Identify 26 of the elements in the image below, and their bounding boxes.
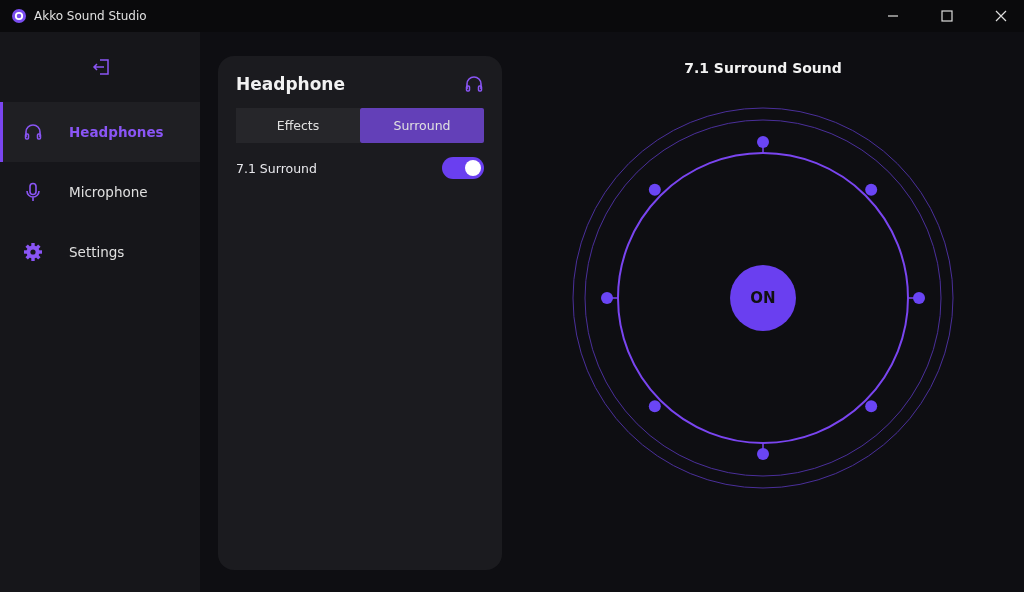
speaker-dot[interactable] bbox=[865, 400, 878, 413]
speaker-dot[interactable] bbox=[648, 183, 661, 196]
surround-title: 7.1 Surround Sound bbox=[684, 60, 842, 76]
nav-item[interactable]: Headphones bbox=[0, 102, 200, 162]
speaker-dot[interactable] bbox=[601, 292, 619, 304]
toggle-label: 7.1 Surround bbox=[236, 160, 317, 176]
nav-item[interactable]: Settings bbox=[0, 222, 200, 282]
nav-item[interactable]: Microphone bbox=[0, 162, 200, 222]
close-icon[interactable] bbox=[995, 10, 1007, 22]
speaker-dot[interactable] bbox=[648, 400, 661, 413]
speaker-dot[interactable] bbox=[757, 136, 769, 154]
maximize-icon[interactable] bbox=[941, 10, 953, 22]
window-title: Akko Sound Studio bbox=[34, 9, 147, 23]
headphones-icon bbox=[23, 122, 43, 142]
headphones-icon bbox=[464, 74, 484, 94]
microphone-icon bbox=[23, 182, 43, 202]
gear-icon bbox=[23, 242, 43, 262]
speaker-dot[interactable] bbox=[907, 292, 925, 304]
toggle-switch[interactable] bbox=[442, 157, 484, 179]
tab[interactable]: Surround bbox=[360, 108, 484, 143]
app-logo-icon bbox=[12, 9, 26, 23]
exit-icon[interactable] bbox=[92, 58, 110, 76]
tab[interactable]: Effects bbox=[236, 108, 360, 143]
card-title: Headphone bbox=[236, 74, 345, 94]
speaker-dot[interactable] bbox=[757, 442, 769, 460]
speaker-dot[interactable] bbox=[865, 183, 878, 196]
